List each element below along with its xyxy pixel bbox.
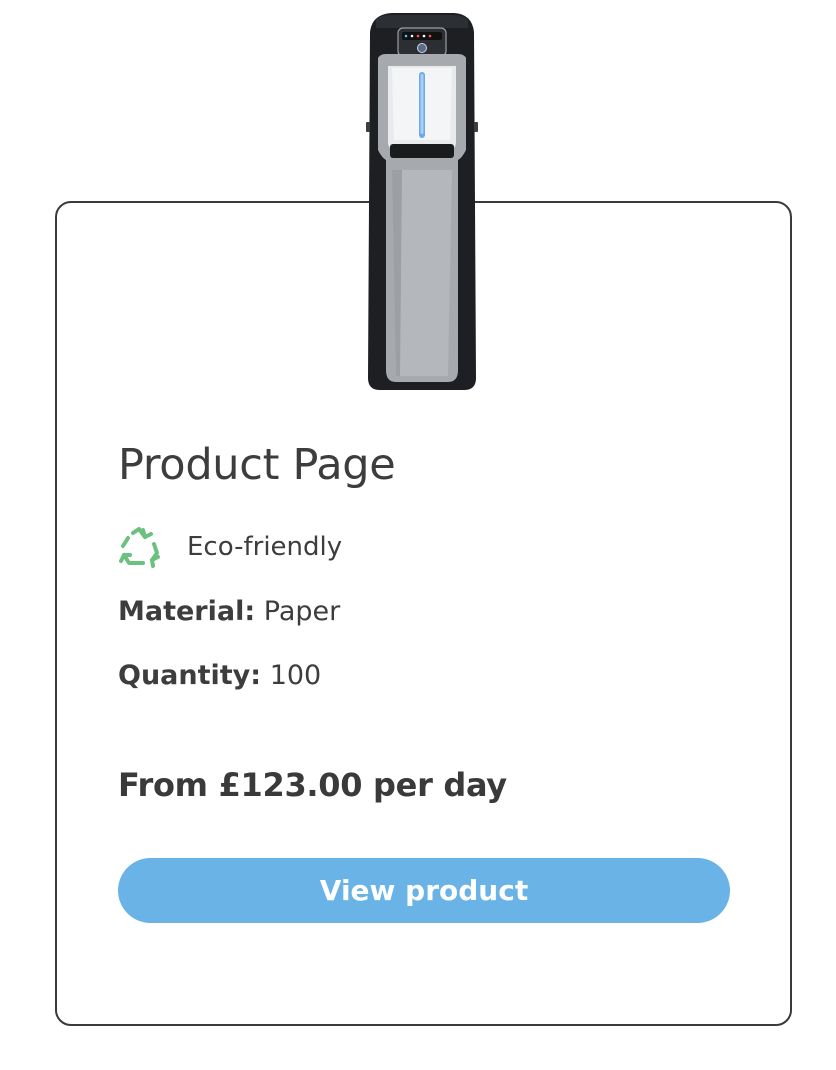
view-product-button[interactable]: View product [118,858,730,923]
material-value: Paper [263,596,341,627]
material-spec: Material: Paper [118,596,340,627]
recycle-icon [119,527,160,568]
price-text: From £123.00 per day [118,766,507,804]
water-cooler-image [366,13,478,390]
material-key: Material: [118,596,256,627]
eco-badge: Eco-friendly [116,524,342,570]
quantity-key: Quantity: [118,660,262,691]
quantity-spec: Quantity: 100 [118,660,321,691]
eco-label: Eco-friendly [187,532,343,562]
quantity-value: 100 [269,660,322,691]
product-title: Product Page [118,440,396,490]
